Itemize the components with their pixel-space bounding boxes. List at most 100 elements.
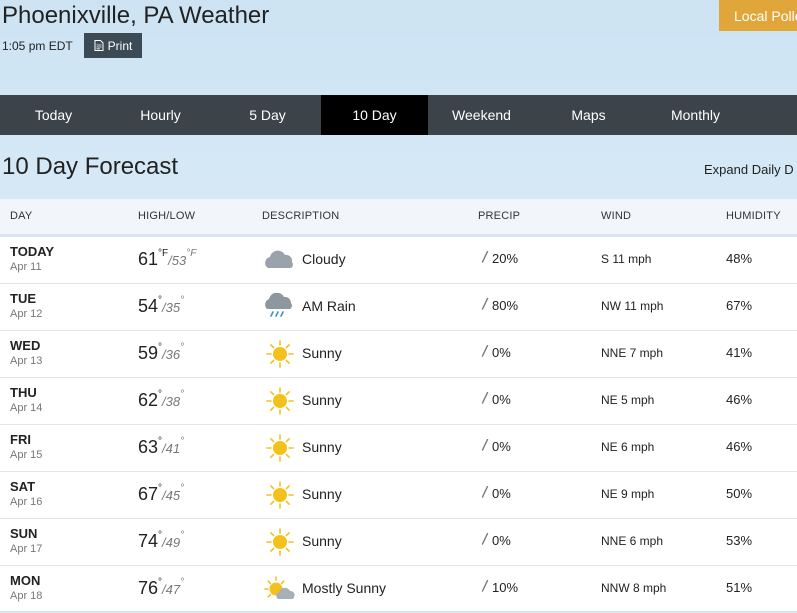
wind-value: S 11 mph (601, 252, 652, 266)
humidity-value: 51% (726, 580, 753, 595)
low-temp-group: /38° (162, 389, 185, 409)
low-temp: 36 (165, 347, 181, 362)
forecast-row[interactable]: THU Apr 14 62°/38° Sunny 0% NE 5 mph 46% (0, 378, 797, 425)
forecast-row[interactable]: MON Apr 18 76°/47° Mostly Sunny 10% NNW 8 mph… (0, 566, 797, 613)
high-temp-unit: ° (158, 530, 163, 541)
weather-description: Cloudy (302, 251, 346, 267)
forecast-row[interactable]: FRI Apr 15 63°/41° Sunny 0% NE 6 mph 46% (0, 425, 797, 472)
weather-description: Mostly Sunny (302, 580, 387, 596)
precip-value: 10% (492, 580, 519, 595)
day-name: MON (10, 573, 41, 588)
humidity-value: 46% (726, 392, 753, 407)
day-date: Apr 15 (10, 449, 43, 461)
local-pollen-button[interactable]: Local Polle (719, 0, 797, 31)
high-low-temp: 62 °/38° (138, 389, 185, 411)
forecast-row[interactable]: TUE Apr 12 54°/35° AM Rain 80% NW 11 mph 67% (0, 284, 797, 331)
precip-chance: 80% (481, 297, 519, 313)
day-name: SAT (10, 479, 36, 494)
table-header: DAY HIGH/LOW DESCRIPTION PRECIP WIND HUM… (0, 199, 797, 237)
high-temp: 67 (138, 484, 159, 504)
precip-value: 0% (492, 392, 511, 407)
precip-value: 0% (492, 439, 511, 454)
page-city-title: Phoenixville, PA Weather (2, 2, 270, 29)
sun-icon (262, 340, 298, 368)
humidity-value: 53% (726, 533, 753, 548)
weather-description: Sunny (302, 345, 342, 361)
tab-weekend[interactable]: Weekend (428, 95, 535, 135)
rain-icon (262, 292, 298, 321)
day-date: Apr 17 (10, 543, 43, 555)
raindrop-icon (481, 485, 489, 501)
high-low-temp: 54°/35° (138, 295, 185, 317)
high-temp: 62 (138, 390, 159, 410)
precip-chance: 0% (481, 344, 511, 360)
forecast-row[interactable]: WED Apr 13 59°/36° Sunny 0% NNE 7 mph 41% (0, 331, 797, 378)
day-date: Apr 11 (10, 261, 42, 273)
wind-value: NNE 7 mph (601, 346, 664, 360)
precip-value: 0% (492, 345, 511, 360)
wind-value: NE 9 mph (601, 487, 655, 501)
column-header-precip: PRECIP (478, 210, 521, 222)
raindrop-icon (481, 438, 489, 454)
high-temp-unit: ° (158, 436, 163, 447)
sun-icon (262, 528, 298, 556)
high-temp: 59 (138, 343, 159, 363)
forecast-row[interactable]: SUN Apr 17 74°/49° Sunny 0% NNE 6 mph 53% (0, 519, 797, 566)
tab-5-day[interactable]: 5 Day (214, 95, 321, 135)
humidity-value: 41% (726, 345, 753, 360)
low-temp: 38 (165, 394, 181, 409)
low-temp: 45 (165, 488, 181, 503)
day-date: Apr 16 (10, 496, 43, 508)
weather-description: Sunny (302, 439, 342, 455)
title-row: 10 Day Forecast Expand Daily D (0, 135, 797, 199)
tab-monthly[interactable]: Monthly (642, 95, 749, 135)
high-low-temp: 61°F/53°F (138, 248, 197, 270)
column-header-day: DAY (10, 210, 33, 222)
weather-description: Sunny (302, 486, 342, 502)
day-name: SUN (10, 526, 38, 541)
sun-icon (262, 387, 298, 415)
precip-chance: 20% (481, 250, 518, 266)
high-temp: 54 (138, 296, 159, 316)
tab-today[interactable]: Today (0, 95, 107, 135)
forecast-row[interactable]: SAT Apr 16 67°/45° Sunny 0% NE 9 mph 50% (0, 472, 797, 519)
precip-chance: 0% (481, 485, 511, 501)
sun-icon (262, 481, 298, 509)
precip-value: 0% (492, 486, 511, 501)
low-temp-unit: °F (186, 248, 197, 259)
day-name: WED (10, 338, 41, 353)
high-temp-unit: °F (158, 248, 169, 259)
update-time: 1:05 pm EDT (2, 39, 73, 53)
weather-description: Sunny (302, 533, 342, 549)
high-temp-unit: ° (158, 577, 163, 588)
forecast-row[interactable]: TODAY Apr 11 61°F/53°F Cloudy 20% S 11 mph 48% (0, 237, 797, 284)
tab-maps[interactable]: Maps (535, 95, 642, 135)
raindrop-icon (481, 297, 489, 313)
low-temp: 53 (171, 253, 187, 268)
mostly-sunny-icon (262, 575, 298, 603)
day-name: FRI (10, 432, 31, 447)
sun-icon (262, 434, 298, 462)
precip-chance: 0% (481, 438, 511, 454)
high-temp-unit: ° (158, 483, 163, 494)
print-button[interactable]: Print (84, 33, 142, 58)
expand-daily-link[interactable]: Expand Daily D (704, 162, 794, 177)
low-temp-unit: ° (180, 295, 185, 306)
day-date: Apr 13 (10, 355, 43, 367)
wind-value: NE 5 mph (601, 393, 655, 407)
raindrop-icon (481, 532, 489, 548)
wind-value: NW 11 mph (601, 299, 664, 313)
low-temp: 49 (165, 535, 181, 550)
low-temp-unit: ° (180, 389, 185, 400)
tab-10-day[interactable]: 10 Day (321, 95, 428, 135)
precip-value: 80% (492, 298, 519, 313)
low-temp-unit: ° (180, 342, 185, 353)
column-header-humidity: HUMIDITY (726, 210, 781, 222)
low-temp-unit: ° (180, 483, 185, 494)
day-name: THU (10, 385, 37, 400)
weather-description: AM Rain (302, 298, 356, 314)
low-temp: 47 (165, 582, 181, 597)
tab-hourly[interactable]: Hourly (107, 95, 214, 135)
print-icon (94, 40, 104, 51)
day-name: TODAY (10, 244, 55, 259)
